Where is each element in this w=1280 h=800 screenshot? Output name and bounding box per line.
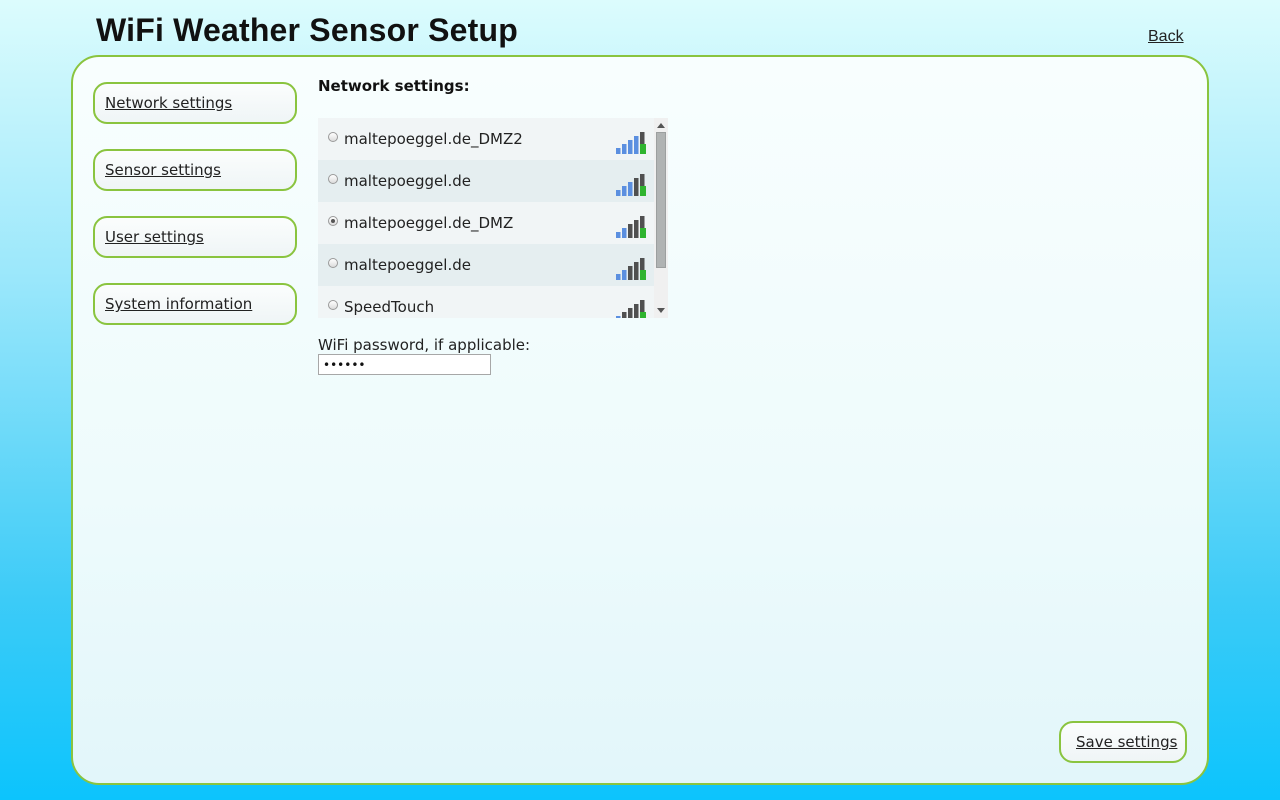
network-list-scrollbar[interactable] (654, 118, 668, 318)
signal-bar (622, 312, 627, 318)
network-ssid: maltepoeggel.de (344, 172, 471, 190)
signal-bar (616, 316, 621, 318)
network-ssid: SpeedTouch (344, 298, 435, 316)
signal-bar (628, 182, 633, 196)
signal-bar (616, 148, 621, 154)
network-radio[interactable] (328, 300, 338, 310)
signal-bar (616, 232, 621, 238)
scroll-up-arrow-icon[interactable] (657, 123, 665, 128)
network-ssid: maltepoeggel.de (344, 256, 471, 274)
network-row[interactable]: maltepoeggel.de_DMZ (318, 202, 654, 244)
signal-bar (622, 228, 627, 238)
network-radio[interactable] (328, 216, 338, 226)
network-row[interactable]: maltepoeggel.de_DMZ2 (318, 118, 654, 160)
signal-bar (634, 304, 639, 318)
save-settings-label: Save settings (1076, 733, 1178, 751)
network-list[interactable]: maltepoeggel.de_DMZ2 maltepoeggel.de mal… (318, 118, 668, 318)
network-row[interactable]: SpeedTouch (318, 286, 654, 318)
network-ssid: maltepoeggel.de_DMZ (344, 214, 514, 232)
wifi-password-label: WiFi password, if applicable: (318, 336, 531, 354)
nav-network-settings-label: Network settings (105, 94, 233, 112)
section-heading: Network settings: (318, 77, 470, 95)
nav-user-settings-label: User settings (105, 228, 204, 246)
scroll-thumb[interactable] (656, 132, 666, 268)
signal-bar (634, 262, 639, 280)
network-row[interactable]: maltepoeggel.de (318, 160, 654, 202)
signal-bar (634, 178, 639, 196)
network-radio[interactable] (328, 258, 338, 268)
back-link[interactable]: Back (1148, 28, 1184, 46)
lock-badge-icon (640, 186, 646, 196)
network-radio[interactable] (328, 174, 338, 184)
nav-sensor-settings-label: Sensor settings (105, 161, 222, 179)
scroll-down-arrow-icon[interactable] (657, 308, 665, 313)
page-title: WiFi Weather Sensor Setup (96, 12, 518, 48)
nav-sensor-settings[interactable]: Sensor settings (93, 149, 297, 191)
signal-bar (616, 274, 621, 280)
nav-user-settings[interactable]: User settings (93, 216, 297, 258)
signal-bar (628, 308, 633, 318)
lock-badge-icon (640, 270, 646, 280)
signal-bar (634, 136, 639, 154)
wifi-signal-icon (616, 216, 646, 238)
signal-bar (628, 266, 633, 280)
signal-bar (622, 186, 627, 196)
signal-bar (616, 190, 621, 196)
lock-badge-icon (640, 228, 646, 238)
network-row[interactable]: maltepoeggel.de (318, 244, 654, 286)
wifi-signal-icon (616, 300, 646, 318)
lock-badge-icon (640, 144, 646, 154)
wifi-signal-icon (616, 174, 646, 196)
wifi-signal-icon (616, 258, 646, 280)
signal-bar (628, 224, 633, 238)
signal-bar (622, 270, 627, 280)
signal-bar (628, 140, 633, 154)
network-radio[interactable] (328, 132, 338, 142)
save-settings-button[interactable]: Save settings (1059, 721, 1187, 763)
nav-network-settings[interactable]: Network settings (93, 82, 297, 124)
signal-bar (622, 144, 627, 154)
lock-badge-icon (640, 312, 646, 318)
wifi-password-input[interactable] (318, 354, 491, 375)
network-ssid: maltepoeggel.de_DMZ2 (344, 130, 523, 148)
wifi-signal-icon (616, 132, 646, 154)
signal-bar (634, 220, 639, 238)
nav-system-information[interactable]: System information (93, 283, 297, 325)
nav-system-information-label: System information (105, 295, 253, 313)
